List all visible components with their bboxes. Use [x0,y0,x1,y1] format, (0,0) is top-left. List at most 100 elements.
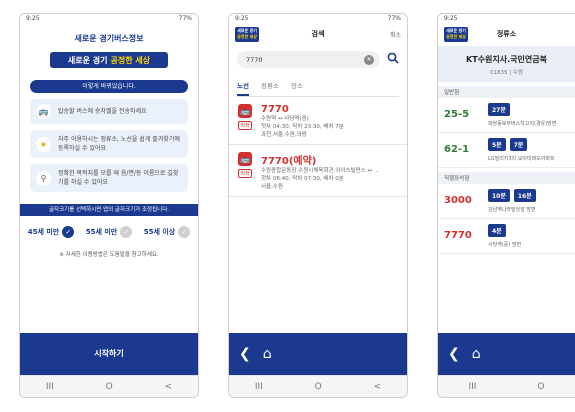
phone-screen-onboarding: 9:25 77% 새로운 경기버스정보 새로운 경기 공정한 세상 이렇게 바뀌… [19,13,199,398]
arrival-badges: 27분 [488,103,556,116]
app-subtitle: 새로운 경기버스정보 [74,34,144,43]
age-option-55-under[interactable]: 55세 미만 ✓ [86,226,133,238]
age-option-55-over[interactable]: 55세 이상 ✓ [144,226,191,238]
age-option-45-under[interactable]: 45세 미만 ✓ [28,226,75,238]
bottom-toolbar: ❮ ⌂ [229,333,407,375]
stop-header: KT수원지사.국민연금북 01835 | 수원 [438,46,575,82]
recent-apps-icon[interactable]: III [255,382,263,392]
bus-type-tag: 직좌 [238,121,252,130]
status-bar: 9:25 77% [20,14,198,24]
clear-icon[interactable]: ✕ [364,54,374,65]
home-icon[interactable]: ⌂ [263,346,272,362]
arrival-row[interactable]: 62-1 5분 7분 LG빌리지3차.모아미래도아파트 [438,133,575,168]
app-logo[interactable]: 새로운 경기 공정한 세상 [444,26,468,42]
route-badge: 🚌 직좌 [235,104,255,139]
route-detail: 과천,서울,수원,의왕 [261,132,307,138]
font-size-options: 45세 미만 ✓ 55세 미만 ✓ 55세 이상 ✓ [20,226,198,238]
start-button[interactable]: 시작하기 [20,333,198,375]
cancel-button[interactable]: 취소 [390,30,401,39]
slogan-left: 새로운 경기 [67,55,108,65]
route-number: 7770 [444,230,472,241]
section-header: 직행좌석형 [438,172,575,184]
route-detail: 서울,수원 [261,184,283,190]
back-icon[interactable]: < [374,382,382,392]
font-size-note: 글자크기를 선택하시면 앱의 글자크기가 조정됩니다. [20,204,198,216]
route-info: 7770 수원역 ↔ 사당역(중) 첫차 04:30, 막차 23:30, 배차… [261,104,344,139]
home-circle-icon[interactable]: O [537,382,544,392]
phone-screen-search: 9:25 77% 새로운 경기 공정한 세상 검색 취소 7770 ✕ 노선 정… [228,13,408,398]
home-icon[interactable]: ⌂ [472,346,481,362]
route-destination: 사당역(중) 방면 [488,242,522,248]
arrival-row[interactable]: 3000 10분 16분 강남역나라빌딩앞 방면 [438,184,575,219]
status-bar: 9:25 77% [229,14,407,24]
route-detail: 수원역 ↔ 사당역(중) [261,116,309,122]
search-input-value: 7770 [246,55,263,64]
arrival-time-badge: 7분 [509,138,528,151]
logo-line2: 공정한 세상 [446,34,466,39]
arrival-time-badge: 5분 [488,138,506,151]
route-detail: 수원종합운동장.수원시체육회관.아이스빌펀스 ↔ ... [261,168,380,174]
route-number: 7770 [261,104,289,115]
age-option-label: 45세 미만 [27,228,60,236]
feature-text: 자주 이용하시는 정류소, 노선을 쉽게 즐겨찾기에 등록하실 수 있어요 [58,136,180,152]
route-number: 7770(예약) [261,156,317,167]
arrival-time-badge: 16분 [513,189,536,202]
tab-stops[interactable]: 정류소 [261,80,279,96]
recent-apps-icon[interactable]: III [46,382,54,392]
age-option-label: 55세 미만 [85,228,118,236]
back-arrow-icon[interactable]: ❮ [448,346,460,362]
back-arrow-icon[interactable]: ❮ [239,346,251,362]
age-option-label: 55세 이상 [143,228,176,236]
feature-card: ★ 자주 이용하시는 정류소, 노선을 쉽게 즐겨찾기에 등록하실 수 있어요 [30,130,188,158]
route-badge: 🚌 직좌 [235,152,255,191]
changes-pill: 이렇게 바뀌었습니다. [30,80,188,93]
bus-type-tag: 직좌 [238,169,252,178]
search-icon: ⚲ [36,170,51,186]
feature-text: 정확한 목적지를 모를 때 음/면/동 이름으로 길찾기를 하실 수 있어요 [58,170,179,186]
check-icon: ✓ [120,226,133,238]
arrival-time-badge: 4분 [488,224,506,237]
slogan-right: 공정한 세상 [110,55,151,65]
stop-name: KT수원지사.국민연금북 [466,55,547,64]
phone-screen-stop: 9:25 새로운 경기 공정한 세상 정류소 KT수원지사.국민연금북 0183… [437,13,575,398]
status-bar: 9:25 [438,14,575,24]
system-nav-bar: III O < [229,375,407,397]
arrival-badges: 10분 16분 [488,189,536,202]
route-number: 62-1 [444,144,470,155]
help-note: ※ 자세한 이용방법은 도움말을 참고하세요. [59,252,159,258]
route-detail: 첫차 06:40, 막차 07:30, 배차 0분 [261,176,344,182]
route-number: 3000 [444,195,472,206]
search-input[interactable]: 7770 ✕ [237,51,380,68]
slogan-banner: 새로운 경기 공정한 세상 [50,52,168,68]
app-header: 새로운 경기 공정한 세상 검색 취소 [229,24,407,44]
route-result[interactable]: 🚌 직좌 7770 수원역 ↔ 사당역(중) 첫차 04:30, 막차 23:3… [229,97,407,145]
home-circle-icon[interactable]: O [315,382,322,392]
check-icon: ✓ [178,226,191,238]
tab-routes[interactable]: 노선 [237,80,249,96]
bus-icon: 🚌 [238,104,252,118]
recent-apps-icon[interactable]: III [468,382,476,392]
system-nav-bar: III O < [20,375,198,397]
arrival-row[interactable]: 25-5 27분 파장동북부버스차고지(경유)방면 [438,98,575,133]
bus-transfer-icon: 🚌 [36,104,51,119]
home-circle-icon[interactable]: O [106,382,113,392]
route-result[interactable]: 🚌 직좌 7770(예약) 수원종합운동장.수원시체육회관.아이스빌펀스 ↔ .… [229,145,407,197]
route-info: 7770(예약) 수원종합운동장.수원시체육회관.아이스빌펀스 ↔ ... 첫차… [261,152,379,191]
logo-line2: 공정한 세상 [237,34,257,39]
system-nav-bar: III O [438,375,575,397]
search-tabs: 노선 정류소 장소 [237,80,399,97]
status-time: 9:25 [26,15,40,22]
back-icon[interactable]: < [165,382,173,392]
arrival-badges: 5분 7분 [488,138,555,151]
stop-id: 01835 | 수원 [490,70,523,76]
tab-places[interactable]: 장소 [291,80,303,96]
arrival-row[interactable]: 7770 4분 사당역(중) 방면 [438,219,575,254]
search-icon[interactable] [387,52,399,67]
bus-icon: 🚌 [238,152,252,166]
status-time: 9:25 [235,15,249,22]
route-detail: 첫차 04:30, 막차 23:30, 배차 7분 [261,124,344,130]
section-header: 일반형 [438,86,575,98]
feature-card: 🚌 탑승할 버스에 승차벨을 전송하세요 [30,99,188,124]
app-logo[interactable]: 새로운 경기 공정한 세상 [235,26,259,42]
route-destination: 파장동북부버스차고지(경유)방면 [488,121,557,127]
